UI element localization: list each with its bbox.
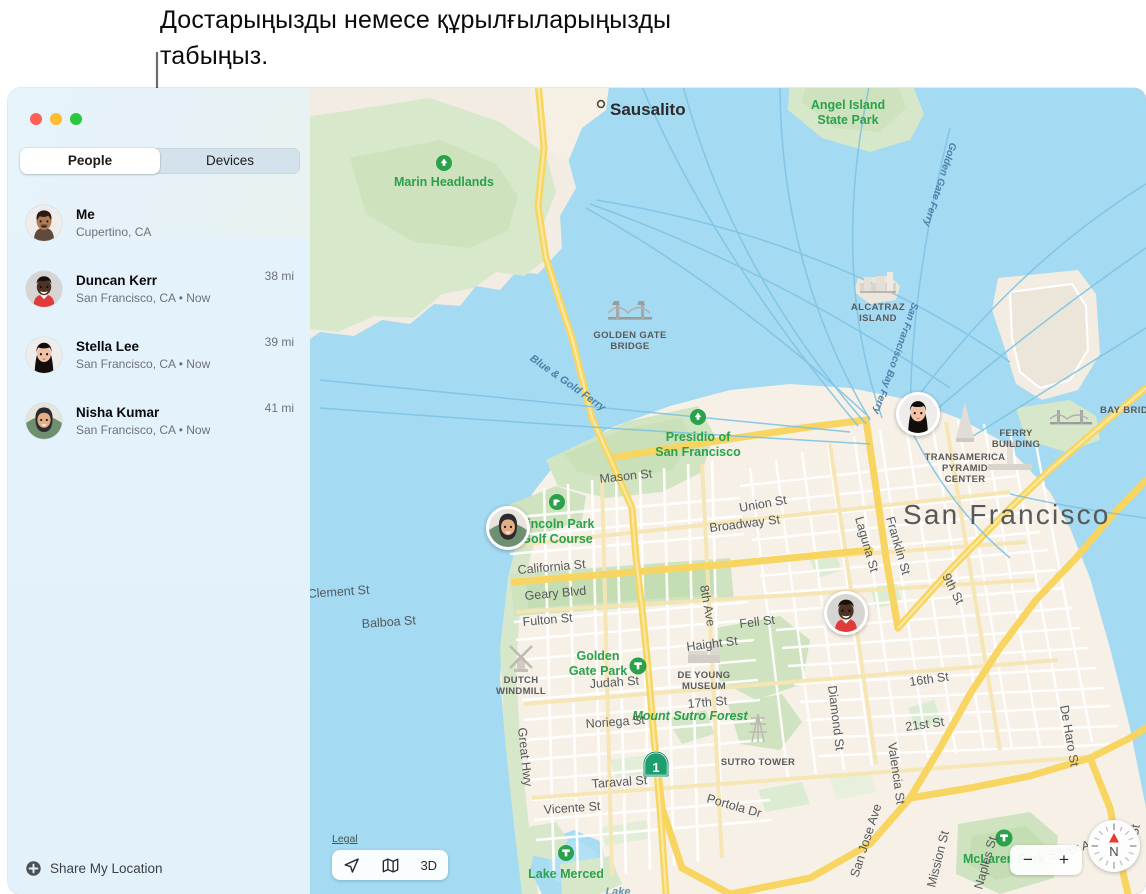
- tab-people[interactable]: People: [20, 148, 160, 174]
- legal-link[interactable]: Legal: [332, 833, 358, 845]
- three-d-button[interactable]: 3D: [420, 858, 437, 873]
- person-subtitle: San Francisco, CA • Now: [76, 356, 211, 371]
- map-overlay: Legal 3D − + N: [310, 88, 1146, 894]
- person-subtitle: Cupertino, CA: [76, 224, 152, 239]
- map-pin-duncan-kerr[interactable]: [824, 591, 868, 635]
- zoom-button[interactable]: [70, 113, 82, 125]
- segmented-control[interactable]: People Devices: [20, 148, 300, 174]
- close-button[interactable]: [30, 113, 42, 125]
- zoom-controls[interactable]: − +: [1010, 845, 1082, 875]
- person-distance: 39 mi: [264, 335, 294, 349]
- avatar: [26, 271, 62, 307]
- callout-text: Достарыңызды немесе құрылғыларыңызды таб…: [160, 6, 672, 70]
- window-traffic-lights[interactable]: [30, 113, 82, 125]
- list-item-text: Duncan Kerr San Francisco, CA • Now: [76, 272, 265, 307]
- zoom-out-button[interactable]: −: [1023, 850, 1033, 870]
- person-name: Duncan Kerr: [76, 272, 158, 288]
- tab-devices[interactable]: Devices: [160, 148, 300, 174]
- person-distance: 41 mi: [264, 401, 294, 415]
- plus-circle-icon: [26, 861, 41, 876]
- person-name: Me: [76, 206, 95, 222]
- list-item-text: Me Cupertino, CA: [76, 206, 294, 241]
- person-distance: 38 mi: [264, 269, 294, 283]
- svg-text:N: N: [1109, 844, 1118, 859]
- list-item[interactable]: Duncan Kerr San Francisco, CA • Now 38 m…: [8, 256, 310, 322]
- people-list: Me Cupertino, CA Duncan Kerr San Francis…: [8, 190, 310, 454]
- sidebar: People Devices Me Cupertino, CA Duncan K…: [8, 88, 311, 894]
- compass-control[interactable]: N: [1088, 820, 1140, 872]
- map-mode-icon[interactable]: [382, 857, 399, 874]
- map-pin-nisha-kumar[interactable]: [486, 506, 530, 550]
- map-canvas[interactable]: Sausalito Angel Island State Park Marin …: [310, 88, 1146, 894]
- locate-icon[interactable]: [343, 857, 360, 874]
- person-name: Nisha Kumar: [76, 404, 160, 420]
- person-subtitle: San Francisco, CA • Now: [76, 422, 211, 437]
- person-subtitle: San Francisco, CA • Now: [76, 290, 211, 305]
- list-item[interactable]: Nisha Kumar San Francisco, CA • Now 41 m…: [8, 388, 310, 454]
- share-my-location-label: Share My Location: [50, 861, 163, 876]
- avatar: [26, 403, 62, 439]
- map-tools-bar[interactable]: 3D: [332, 850, 448, 880]
- share-my-location-button[interactable]: Share My Location: [26, 861, 163, 876]
- list-item[interactable]: Me Cupertino, CA: [8, 190, 310, 256]
- minimize-button[interactable]: [50, 113, 62, 125]
- person-name: Stella Lee: [76, 338, 140, 354]
- list-item-text: Nisha Kumar San Francisco, CA • Now: [76, 404, 265, 439]
- list-item-text: Stella Lee San Francisco, CA • Now: [76, 338, 265, 373]
- map-pin-stella-lee[interactable]: [896, 392, 940, 436]
- zoom-in-button[interactable]: +: [1059, 850, 1069, 870]
- avatar: [26, 337, 62, 373]
- avatar: [26, 205, 62, 241]
- find-my-window: People Devices Me Cupertino, CA Duncan K…: [8, 88, 1146, 894]
- list-item[interactable]: Stella Lee San Francisco, CA • Now 39 mi: [8, 322, 310, 388]
